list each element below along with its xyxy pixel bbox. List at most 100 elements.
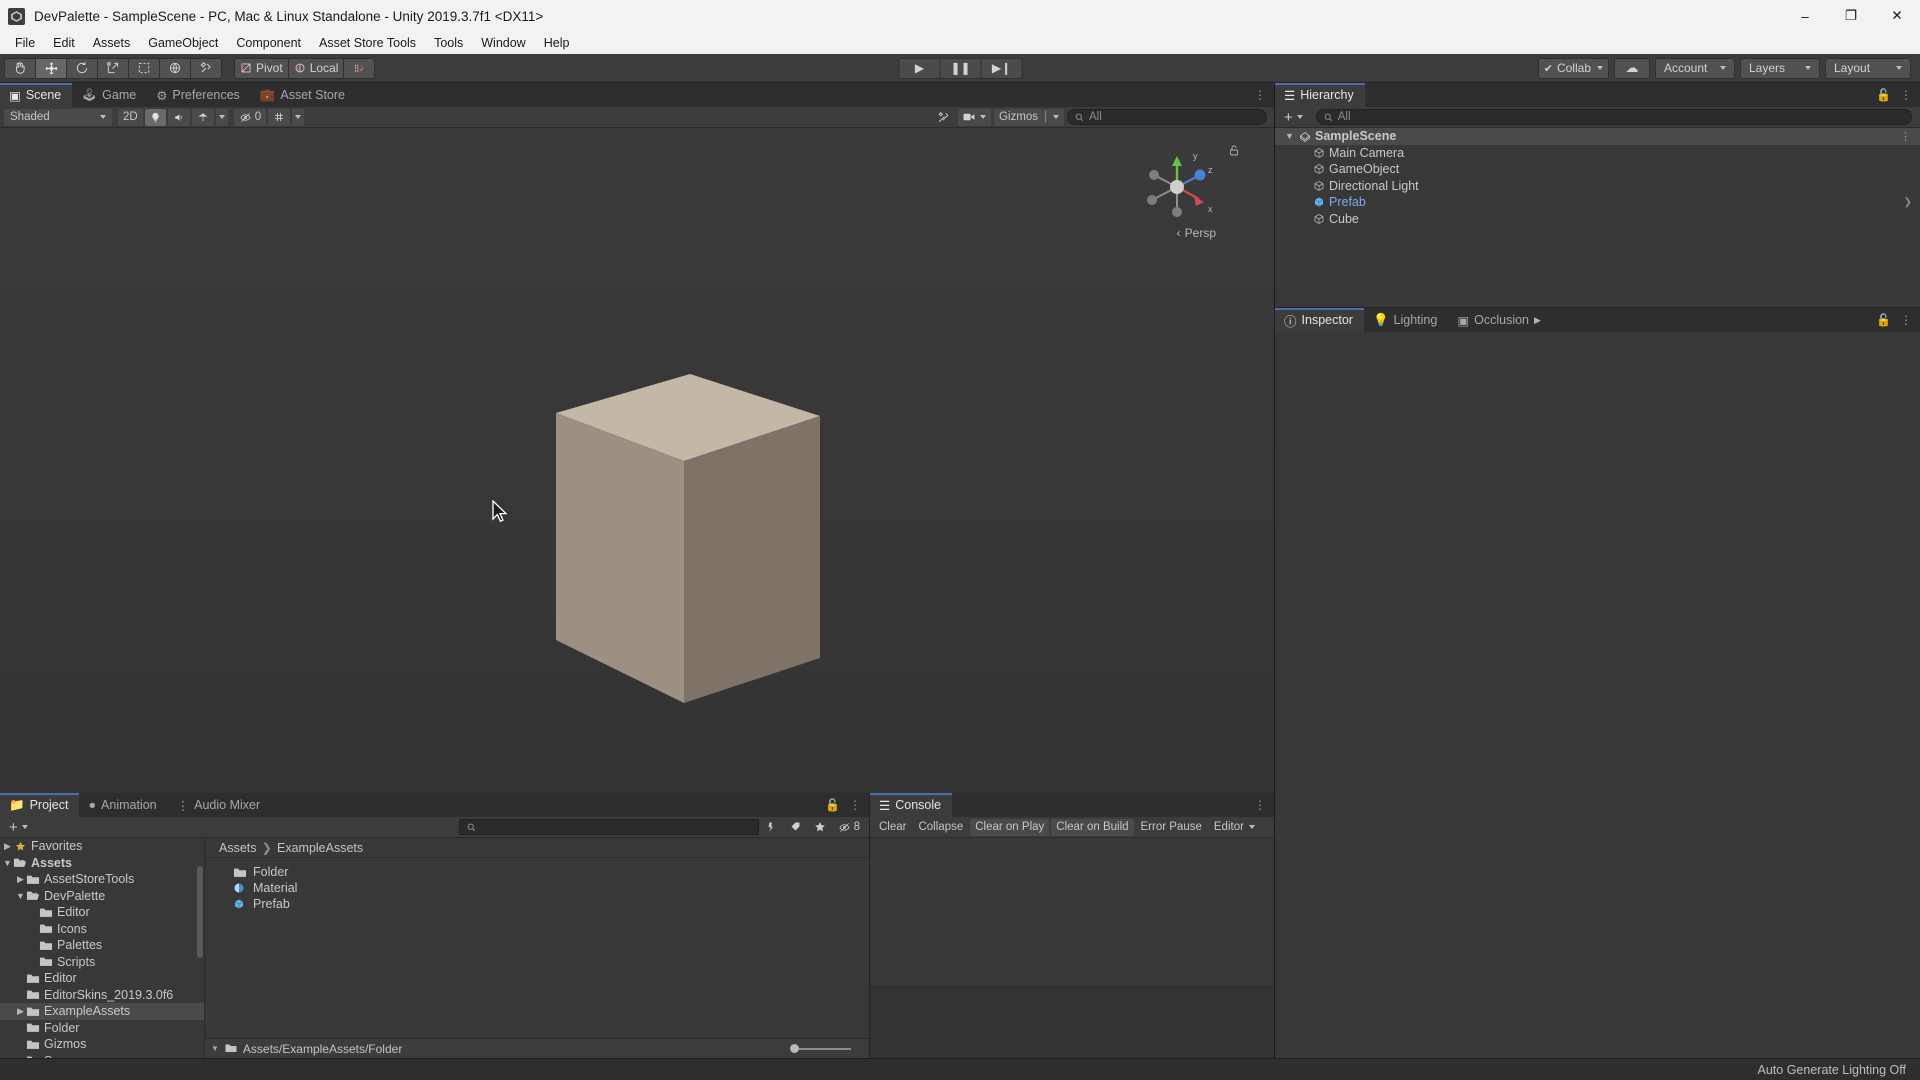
- scene-camera-button[interactable]: [958, 108, 992, 126]
- collab-button[interactable]: ✔ Collab: [1537, 57, 1609, 79]
- tab-animation[interactable]: ● Animation: [79, 793, 168, 817]
- menu-item-component[interactable]: Component: [227, 34, 310, 52]
- project-tree-scrollbar[interactable]: [197, 866, 203, 958]
- hierarchy-item-main-camera[interactable]: Main Camera: [1275, 145, 1920, 162]
- minimize-button[interactable]: –: [1782, 0, 1828, 32]
- tab-occlusion[interactable]: ▣ Occlusion ▶: [1448, 308, 1552, 332]
- project-tab-tools[interactable]: 🔓 ⋮: [817, 793, 869, 817]
- account-button[interactable]: Account: [1655, 57, 1735, 79]
- rotate-tool-button[interactable]: [66, 57, 98, 79]
- hierarchy-tab-tools[interactable]: 🔓 ⋮: [1868, 83, 1920, 107]
- hierarchy-item-samplescene[interactable]: ▼ SampleScene ⋮: [1275, 128, 1920, 145]
- console-clear-button[interactable]: Clear: [874, 819, 911, 836]
- close-button[interactable]: ✕: [1874, 0, 1920, 32]
- scene-cube-object[interactable]: [0, 128, 1274, 790]
- tab-game[interactable]: 🕹 Game: [72, 83, 148, 107]
- transform-tools-group[interactable]: [4, 57, 222, 79]
- scene-tools-button[interactable]: [932, 109, 955, 126]
- local-toggle-button[interactable]: Local: [287, 57, 345, 79]
- scene-grid-dropdown[interactable]: [292, 108, 305, 126]
- tab-overflow-icon[interactable]: ▶: [1534, 315, 1541, 326]
- lock-icon[interactable]: 🔓: [1876, 88, 1891, 102]
- project-tree-item-folder[interactable]: Folder: [0, 1020, 204, 1037]
- asset-item-prefab[interactable]: Prefab: [205, 896, 869, 912]
- filter-by-type-button[interactable]: [761, 819, 783, 836]
- project-add-button[interactable]: +: [4, 819, 33, 836]
- project-tree-item-scripts[interactable]: Scripts: [0, 954, 204, 971]
- project-tree-item-editorskins-2019-3-0f6[interactable]: EditorSkins_2019.3.0f6: [0, 987, 204, 1004]
- console-tab-tools[interactable]: ⋮: [1246, 793, 1274, 817]
- open-prefab-chevron-icon[interactable]: ❯: [1904, 197, 1912, 208]
- project-tree-item-devpalette[interactable]: ▼ DevPalette: [0, 888, 204, 905]
- hierarchy-search-input[interactable]: All: [1315, 109, 1912, 125]
- expand-arrow-icon[interactable]: ▶: [15, 1006, 26, 1017]
- kebab-menu-icon[interactable]: ⋮: [1254, 798, 1266, 812]
- asset-list[interactable]: Folder Material Prefab: [205, 858, 869, 1038]
- hierarchy-tree[interactable]: ▼ SampleScene ⋮ Main Camera GameObject Di…: [1275, 128, 1920, 307]
- project-tree-item-editor[interactable]: Editor: [0, 904, 204, 921]
- tab-inspector[interactable]: ⓘ Inspector: [1275, 308, 1364, 332]
- scene-viewport[interactable]: y z x ‹ Persp: [0, 128, 1274, 793]
- tab-scene[interactable]: ▣ Scene: [0, 83, 73, 107]
- console-clear-on-build-button[interactable]: Clear on Build: [1051, 818, 1134, 836]
- scene-fx-dropdown[interactable]: [215, 108, 228, 126]
- tab-asset-store[interactable]: 💼 Asset Store: [250, 83, 357, 107]
- scene-search-input[interactable]: All: [1067, 109, 1267, 125]
- transform-tool-button[interactable]: [159, 57, 191, 79]
- console-tabstrip[interactable]: ☰ Console ⋮: [870, 793, 1274, 817]
- console-clear-on-play-button[interactable]: Clear on Play: [970, 818, 1050, 836]
- kebab-menu-icon[interactable]: ⋮: [1900, 130, 1912, 143]
- cloud-button[interactable]: ☁: [1614, 57, 1650, 79]
- menu-item-edit[interactable]: Edit: [44, 34, 84, 52]
- play-button[interactable]: ▶: [898, 57, 941, 79]
- menu-item-window[interactable]: Window: [472, 34, 534, 52]
- hierarchy-add-button[interactable]: +: [1279, 109, 1308, 126]
- step-button[interactable]: ▶❙: [980, 57, 1023, 79]
- project-tree-item-icons[interactable]: Icons: [0, 921, 204, 938]
- expand-arrow-icon[interactable]: ▼: [1285, 131, 1297, 141]
- playback-controls[interactable]: ▶ ❚❚ ▶❙: [898, 57, 1023, 79]
- expand-arrow-icon[interactable]: ▼: [15, 891, 26, 901]
- tab-hierarchy[interactable]: ☰ Hierarchy: [1275, 83, 1365, 107]
- scene-perspective-label[interactable]: ‹ Persp: [1177, 226, 1216, 240]
- kebab-menu-icon[interactable]: ⋮: [1254, 88, 1266, 102]
- expand-arrow-icon[interactable]: ▼: [2, 858, 13, 868]
- menu-item-file[interactable]: File: [6, 34, 44, 52]
- thumbnail-size-slider[interactable]: [790, 1044, 851, 1053]
- kebab-menu-icon[interactable]: ⋮: [1900, 88, 1912, 102]
- expand-arrow-icon[interactable]: ▶: [2, 841, 13, 852]
- window-controls[interactable]: – ❐ ✕: [1782, 0, 1920, 32]
- project-tree-item-assetstoretools[interactable]: ▶ AssetStoreTools: [0, 871, 204, 888]
- menu-item-tools[interactable]: Tools: [425, 34, 472, 52]
- scale-tool-button[interactable]: [97, 57, 129, 79]
- hierarchy-item-directional-light[interactable]: Directional Light: [1275, 178, 1920, 195]
- console-error-pause-button[interactable]: Error Pause: [1136, 819, 1207, 836]
- project-tabstrip[interactable]: 📁 Project ● Animation ⋮ Audio Mixer 🔓 ⋮: [0, 793, 869, 817]
- menu-item-assetstoretools[interactable]: Asset Store Tools: [310, 34, 425, 52]
- mode-2d-button[interactable]: 2D: [118, 108, 143, 126]
- slider-track[interactable]: [799, 1047, 851, 1050]
- hidden-count-indicator[interactable]: 8: [833, 819, 865, 836]
- pivot-group[interactable]: Pivot Local: [234, 57, 376, 79]
- gizmos-button[interactable]: Gizmos |: [994, 108, 1064, 126]
- project-tree-item-exampleassets[interactable]: ▶ ExampleAssets: [0, 1003, 204, 1020]
- custom-tool-button[interactable]: [190, 57, 222, 79]
- scene-tab-tools[interactable]: ⋮: [1246, 83, 1274, 107]
- tab-lighting[interactable]: 💡 Lighting: [1363, 308, 1449, 332]
- grid-snap-button[interactable]: [343, 57, 376, 79]
- filter-by-label-button[interactable]: [785, 819, 807, 836]
- lock-icon[interactable]: 🔓: [825, 798, 840, 812]
- breadcrumb-exampleassets[interactable]: ExampleAssets: [277, 841, 363, 855]
- inspector-tab-tools[interactable]: 🔓 ⋮: [1868, 308, 1920, 332]
- shading-dropdown[interactable]: Shaded: [4, 108, 112, 126]
- expand-arrow-icon[interactable]: ▶: [15, 874, 26, 885]
- menu-item-help[interactable]: Help: [535, 34, 579, 52]
- inspector-tabstrip[interactable]: ⓘ Inspector 💡 Lighting ▣ Occlusion ▶ 🔓 ⋮: [1275, 308, 1920, 332]
- tab-console[interactable]: ☰ Console: [870, 793, 953, 817]
- console-editor-dropdown[interactable]: Editor: [1209, 819, 1260, 836]
- scene-lighting-button[interactable]: [144, 108, 166, 126]
- project-tree-item-gizmos[interactable]: Gizmos: [0, 1036, 204, 1053]
- project-tree-item-editor[interactable]: Editor: [0, 970, 204, 987]
- layers-button[interactable]: Layers: [1740, 57, 1820, 79]
- scene-fx-button[interactable]: [191, 108, 214, 126]
